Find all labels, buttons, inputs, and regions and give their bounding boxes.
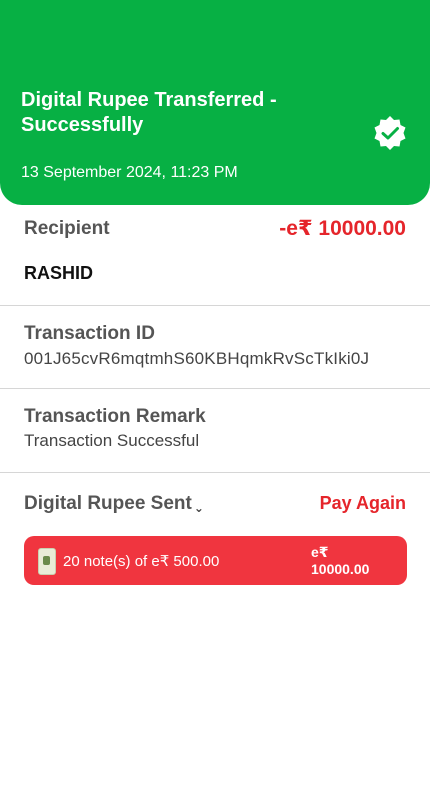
notes-total-amount: 10000.00 xyxy=(311,561,370,577)
divider xyxy=(0,388,430,389)
verified-check-icon xyxy=(374,116,406,150)
recipient-name: RASHID xyxy=(24,263,94,283)
digital-rupee-sent-label: Digital Rupee Sent xyxy=(24,493,192,514)
banknote-icon xyxy=(38,548,56,575)
amount-debited: -e₹ 10000.00 xyxy=(279,217,406,240)
pay-again-button[interactable]: Pay Again xyxy=(320,493,406,514)
success-header: Digital Rupee Transferred - Successfully… xyxy=(0,0,430,205)
transaction-datetime: 13 September 2024, 11:23 PM xyxy=(21,164,238,181)
divider xyxy=(0,305,430,306)
page-title: Digital Rupee Transferred - Successfully xyxy=(21,89,277,136)
transaction-remark-label: Transaction Remark xyxy=(24,406,206,427)
transaction-id-label: Transaction ID xyxy=(24,323,155,344)
transaction-id-value: 001J65cvR6mqtmhS60KBHqmkRvScTkIki0J xyxy=(24,349,370,368)
notes-breakdown: 20 note(s) of e₹ 500.00 xyxy=(63,553,220,570)
notes-total: e₹ 10000.00 xyxy=(311,544,369,578)
divider xyxy=(0,472,430,473)
notes-total-currency: e₹ xyxy=(311,544,329,560)
digital-rupee-sent-toggle[interactable]: Digital Rupee Sent ⌄ xyxy=(24,493,204,515)
chevron-down-icon: ⌄ xyxy=(193,501,204,515)
recipient-label: Recipient xyxy=(24,218,110,239)
notes-summary: 20 note(s) of e₹ 500.00 e₹ 10000.00 xyxy=(24,536,407,585)
transaction-remark-value: Transaction Successful xyxy=(24,431,200,450)
